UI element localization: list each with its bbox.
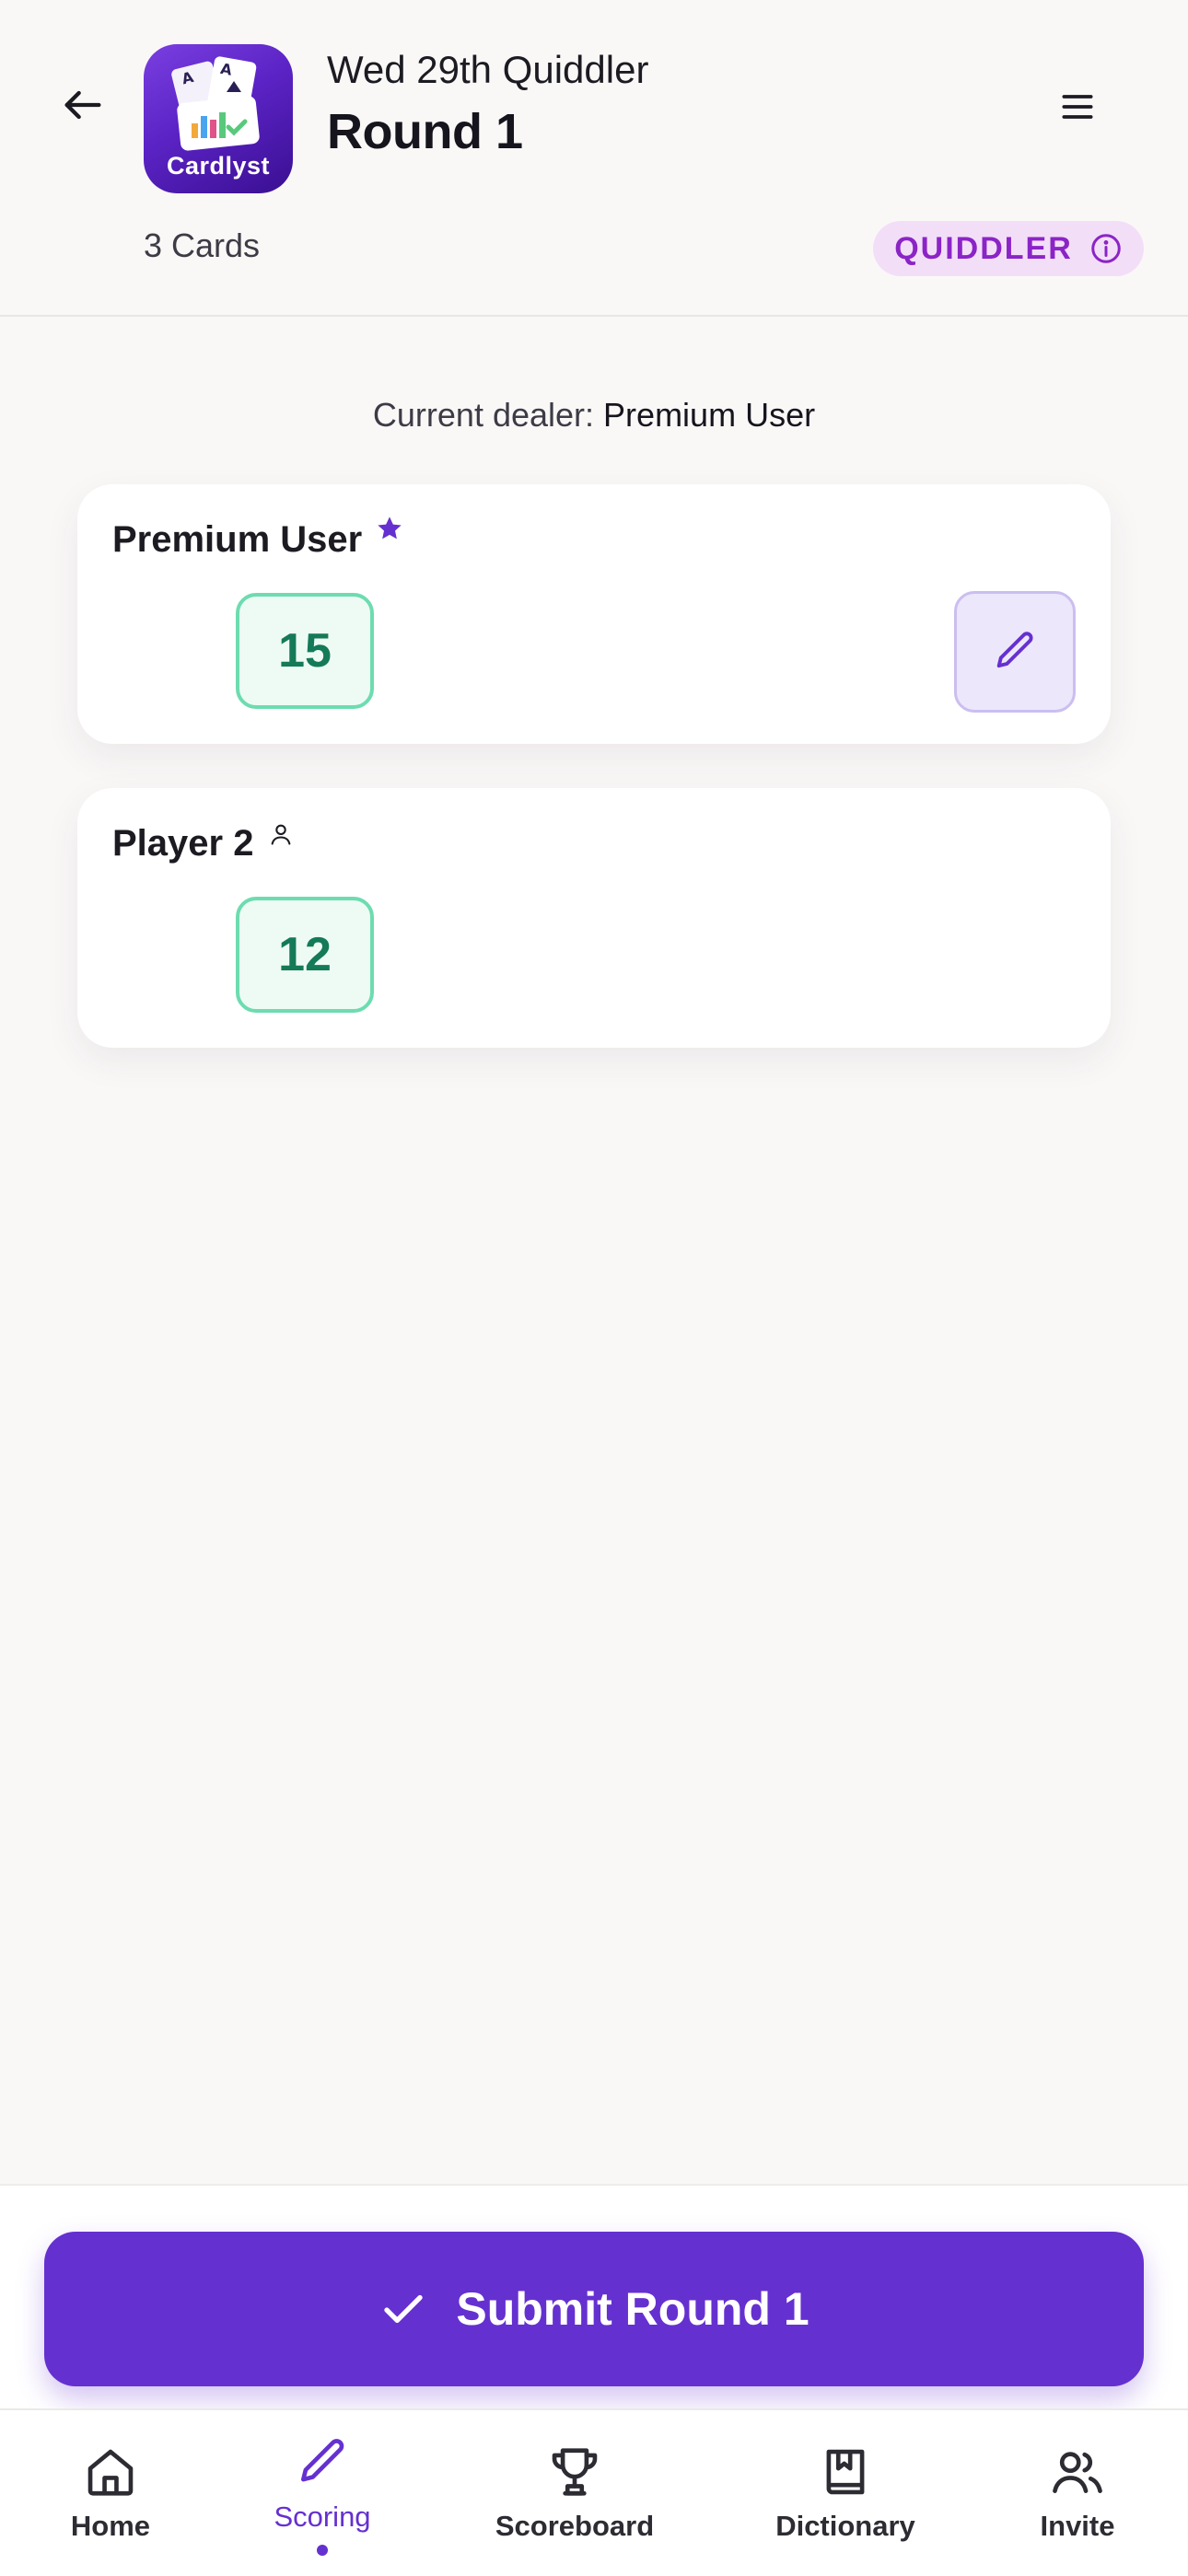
game-title: Wed 29th Quiddler <box>327 48 649 91</box>
arrow-left-icon <box>64 90 101 120</box>
back-button[interactable] <box>53 75 112 134</box>
star-icon <box>378 516 402 540</box>
player-card: Player 2 12 <box>77 788 1111 1048</box>
player-name: Player 2 <box>112 823 254 864</box>
pencil-icon <box>301 2439 344 2482</box>
book-icon <box>826 2449 865 2495</box>
nav-item-invite[interactable]: Invite <box>976 2443 1179 2543</box>
current-dealer: Current dealer: Premium User <box>0 396 1188 435</box>
round-title: Round 1 <box>327 104 523 159</box>
cards-count: 3 Cards <box>144 226 261 264</box>
submit-bar: Submit Round 1 <box>0 2184 1188 2410</box>
trophy-icon <box>552 2448 598 2496</box>
menu-button[interactable] <box>1050 79 1105 134</box>
score-input[interactable]: 15 <box>236 593 374 709</box>
score-input[interactable]: 12 <box>236 897 374 1013</box>
nav-label: Home <box>70 2510 151 2542</box>
game-type-badge[interactable]: QUIDDLER <box>873 221 1144 276</box>
game-type-label: QUIDDLER <box>894 230 1073 266</box>
checkmark-icon <box>384 2294 424 2324</box>
nav-label: Invite <box>1040 2510 1115 2542</box>
app-header: A A Cardlyst Wed 29th Quiddler Round 1 3… <box>0 0 1188 317</box>
current-dealer-name: Premium User <box>603 396 816 434</box>
nav-label: Scoreboard <box>495 2510 655 2542</box>
submit-round-button[interactable]: Submit Round 1 <box>44 2232 1144 2386</box>
nav-item-dictionary[interactable]: Dictionary <box>744 2443 947 2543</box>
app-logo: A A Cardlyst <box>144 44 293 193</box>
player-name: Premium User <box>112 519 363 560</box>
nav-label: Dictionary <box>775 2510 915 2542</box>
users-icon <box>1053 2452 1102 2493</box>
player-name-row: Player 2 <box>112 823 294 864</box>
nav-label: Scoring <box>274 2501 371 2533</box>
submit-round-label: Submit Round 1 <box>456 2283 809 2335</box>
nav-item-scoreboard[interactable]: Scoreboard <box>473 2443 676 2543</box>
current-dealer-label: Current dealer: <box>372 396 595 434</box>
edit-score-button[interactable] <box>954 591 1076 713</box>
nav-item-scoring[interactable]: Scoring <box>221 2434 424 2556</box>
player-name-row: Premium User <box>112 516 404 561</box>
pencil-icon <box>996 632 1033 668</box>
info-icon <box>1091 234 1121 263</box>
person-icon <box>272 824 291 845</box>
app-logo-label: Cardlyst <box>166 152 271 180</box>
active-indicator <box>317 2545 328 2556</box>
hamburger-menu-icon <box>1062 95 1093 119</box>
player-card: Premium User 15 <box>77 484 1111 744</box>
bottom-navigation: Home Scoring Scoreboard Dictionary Invit… <box>0 2408 1188 2576</box>
home-icon <box>87 2449 134 2496</box>
nav-item-home[interactable]: Home <box>9 2443 212 2543</box>
